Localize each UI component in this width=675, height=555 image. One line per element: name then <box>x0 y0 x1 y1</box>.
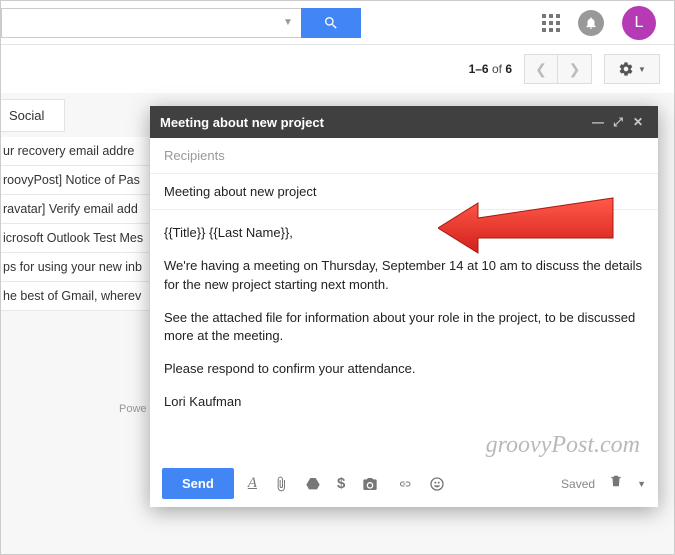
list-item[interactable]: icrosoft Outlook Test Mes <box>1 224 149 253</box>
compose-body[interactable]: {{Title}} {{Last Name}}, We're having a … <box>150 210 658 460</box>
prev-page-button[interactable]: ❮ <box>524 54 558 84</box>
search-container: ▼ <box>1 8 361 38</box>
compose-titlebar[interactable]: Meeting about new project — ⤢ ✕ <box>150 106 658 138</box>
minimize-icon[interactable]: — <box>588 115 608 129</box>
powered-by-text: Powe <box>119 403 147 415</box>
list-item[interactable]: ur recovery email addre <box>1 137 149 166</box>
discard-button[interactable] <box>609 473 623 494</box>
more-options-button[interactable]: ▼ <box>637 479 646 489</box>
search-button[interactable] <box>301 8 361 38</box>
apps-icon[interactable] <box>542 14 560 32</box>
close-icon[interactable]: ✕ <box>628 115 648 129</box>
compose-footer: Send A $ Saved ▼ <box>150 460 658 507</box>
subject-field[interactable]: Meeting about new project <box>150 174 658 210</box>
chevron-down-icon: ▼ <box>638 65 646 74</box>
page-range: 1–6 <box>469 62 489 76</box>
body-greeting: {{Title}} {{Last Name}}, <box>164 224 644 243</box>
body-paragraph: We're having a meeting on Thursday, Sept… <box>164 257 644 295</box>
list-item[interactable]: roovyPost] Notice of Pas <box>1 166 149 195</box>
header-icons: L <box>542 6 666 40</box>
top-bar: ▼ L <box>1 1 674 45</box>
saved-label: Saved <box>561 477 595 491</box>
expand-icon[interactable]: ⤢ <box>608 115 628 130</box>
body-signature: Lori Kaufman <box>164 393 644 412</box>
search-input[interactable] <box>10 15 279 30</box>
emoji-icon[interactable] <box>429 476 445 492</box>
compose-title: Meeting about new project <box>160 115 324 130</box>
page-of-word: of <box>492 62 502 76</box>
page-count: 1–6 of 6 <box>469 62 512 76</box>
photo-icon[interactable] <box>361 476 379 492</box>
format-toolbar: A $ <box>248 475 547 492</box>
search-dropdown-caret[interactable]: ▼ <box>279 17 297 28</box>
link-icon[interactable] <box>395 478 413 490</box>
list-item[interactable]: ps for using your new inb <box>1 253 149 282</box>
drive-icon[interactable] <box>305 476 321 492</box>
notifications-button[interactable] <box>578 10 604 36</box>
search-box[interactable]: ▼ <box>1 8 301 38</box>
user-avatar[interactable]: L <box>622 6 656 40</box>
recipients-field[interactable]: Recipients <box>150 138 658 174</box>
compose-window: Meeting about new project — ⤢ ✕ Recipien… <box>150 106 658 507</box>
page-nav: ❮ ❯ <box>524 54 592 84</box>
body-paragraph: See the attached file for information ab… <box>164 309 644 347</box>
send-button[interactable]: Send <box>162 468 234 499</box>
body-paragraph: Please respond to confirm your attendanc… <box>164 360 644 379</box>
settings-button[interactable]: ▼ <box>604 54 660 84</box>
list-toolbar: 1–6 of 6 ❮ ❯ ▼ <box>1 45 674 93</box>
gear-icon <box>618 61 634 77</box>
tab-social[interactable]: Social <box>1 99 65 132</box>
bell-icon <box>584 16 598 30</box>
list-item[interactable]: ravatar] Verify email add <box>1 195 149 224</box>
search-icon <box>323 15 339 31</box>
attach-icon[interactable] <box>273 476 289 492</box>
money-icon[interactable]: $ <box>337 475 345 492</box>
mail-list: ur recovery email addre roovyPost] Notic… <box>1 137 149 311</box>
page-total: 6 <box>505 62 512 76</box>
format-text-icon[interactable]: A <box>248 475 257 492</box>
next-page-button[interactable]: ❯ <box>558 54 592 84</box>
list-item[interactable]: he best of Gmail, wherev <box>1 282 149 311</box>
watermark-text: groovyPost.com <box>486 432 640 459</box>
